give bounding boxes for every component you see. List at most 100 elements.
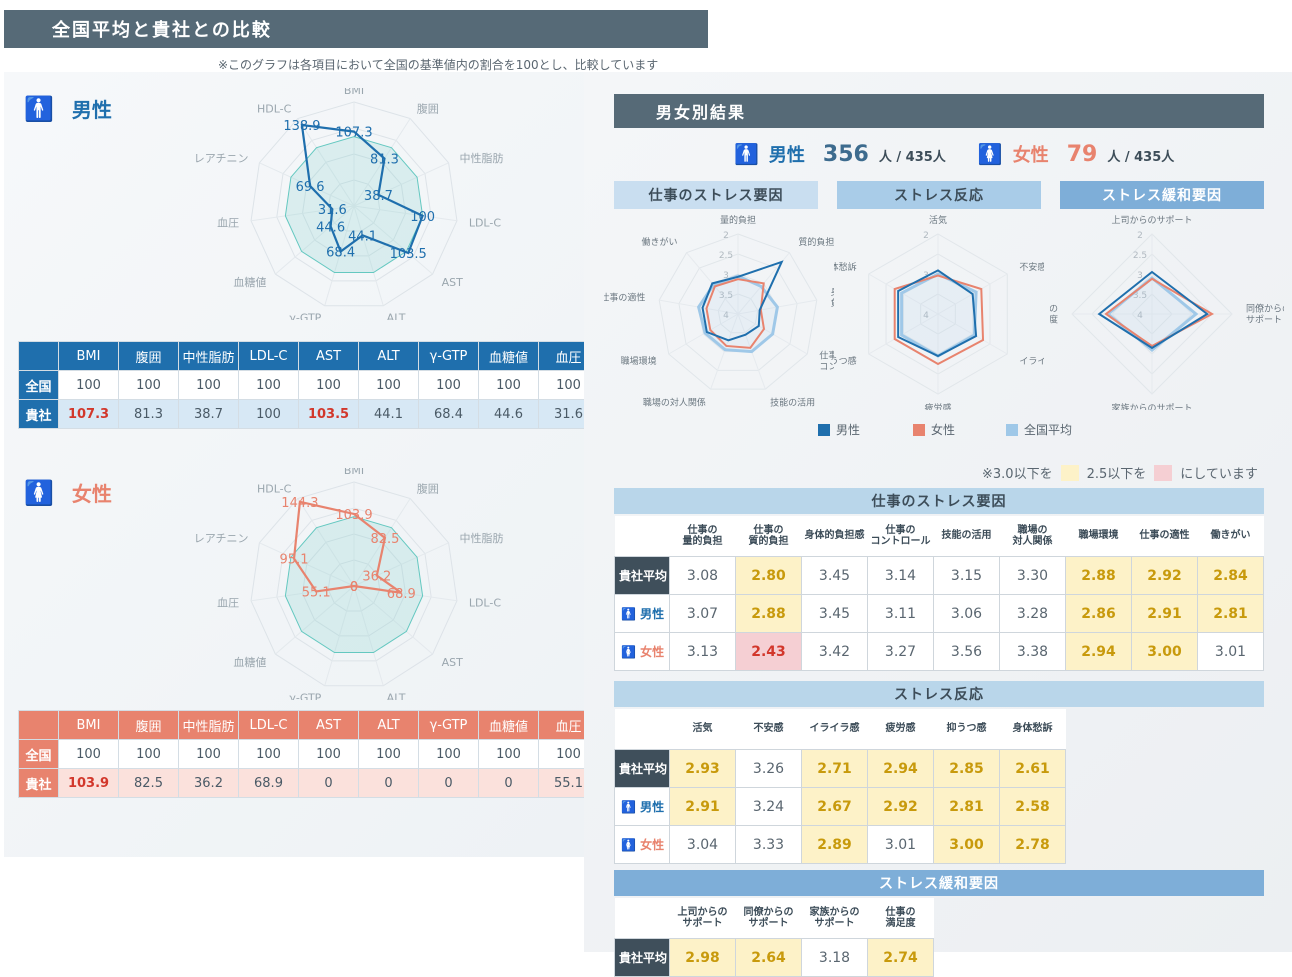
stress-response-cell: 2.85 [933,749,1000,788]
stress-buffer-header-row: 上司からの サポート 同僚からの サポート 家族からの サポート 仕事の 満足度 [614,898,934,939]
stress-response-cell: 3.00 [933,825,1000,864]
job-stress-cell: 3.38 [999,632,1066,671]
stress-response-cell: 2.93 [669,749,736,788]
female-section-label: 🚺 女性 [24,478,112,507]
stress-response-section-title: ストレス反応 [614,681,1264,707]
female-col-header: BMI [58,710,119,740]
job-stress-cell: 3.15 [933,556,1000,595]
legend-female-label: 女性 [931,423,956,437]
male-person-icon: 🚹 [24,94,54,123]
stress-response-row: 🚺 女性 3.04 3.33 2.89 3.01 3.00 2.78 [614,825,1066,864]
stress-response-cell: 2.94 [867,749,934,788]
stress-response-row: 貴社平均 2.93 3.26 2.71 2.94 2.85 2.61 [614,749,1066,788]
job-stress-col-header: 仕事の コントロール [867,516,934,557]
male-cell: 100 [298,370,359,400]
job-stress-cell: 3.27 [867,632,934,671]
male-cell: 107.3 [58,399,119,429]
female-radar-axis-label: 血圧 [217,596,239,610]
threshold-note-prefix: ※3.0以下を [982,467,1053,482]
job-stress-col-header: 働きがい [1197,516,1264,557]
stress-buffer-cell: 3.18 [801,938,868,977]
male-count-label: 男性 [768,145,805,166]
male-comparison-table: BMI 腹囲 中性脂肪 LDL-C AST ALT γ-GTP 血糖値 血圧 全国 100 100 1… [18,341,599,429]
female-radar-value-label: 95.1 [280,553,309,568]
stress-response-cell: 2.78 [999,825,1066,864]
job-stress-cell: 2.88 [735,594,802,633]
male-cell: 100 [418,370,479,400]
radar-axis-label: 仕事の適性 [604,292,645,304]
job-stress-cell: 3.01 [1197,632,1264,671]
job-stress-col-header: 身体的負担感 [801,516,868,557]
female-header-corner [18,710,59,740]
job-stress-header-corner [614,516,670,557]
comparison-title: 全国平均と貴社との比較 [52,20,272,41]
job-stress-row: 🚹 男性 3.07 2.88 3.45 3.11 3.06 3.28 2.86 2.91 2.81 [614,594,1264,633]
radar-axis-label: 身体愁訴 [834,261,857,273]
radar-axis-label: 疲労感 [924,402,951,410]
radar-axis-label: 抑うつ感 [834,355,857,367]
male-table-national-row: 全国 100 100 100 100 100 100 100 100 100 [18,370,599,400]
female-cell: 82.5 [118,768,179,798]
male-radar-axis-label: 血糖値 [233,275,266,289]
female-count-icon: 🚺 [977,142,1003,166]
female-cell: 0 [478,768,539,798]
female-col-header: AST [298,710,359,740]
gender-results-title: 男女別結果 [656,103,747,122]
female-cell: 100 [478,739,539,769]
job-stress-cell: 3.45 [801,556,868,595]
job-stress-cell: 3.11 [867,594,934,633]
male-radar-value-label: 107.3 [335,126,372,141]
stress-response-cell: 3.24 [735,787,802,826]
female-col-header: 腹囲 [118,710,179,740]
legend-female-swatch [913,423,925,436]
male-radar-value-label: 68.4 [326,246,355,261]
stress-response-cell: 3.26 [735,749,802,788]
male-count-value: 356 [822,142,869,167]
male-section-label: 🚹 男性 [24,94,112,123]
male-radar-value-label: 69.6 [296,180,325,195]
male-cell: 68.4 [418,399,479,429]
stress-response-row-label: 🚹 男性 [614,787,670,826]
job-stress-row: 🚺 女性 3.13 2.43 3.42 3.27 3.56 3.38 2.94 3.00 3.01 [614,632,1264,671]
job-stress-cell: 3.45 [801,594,868,633]
female-person-icon: 🚺 [24,478,54,507]
job-stress-col-header: 技能の活用 [933,516,1000,557]
stress-response-row-label: 貴社平均 [614,749,670,788]
job-stress-header-row: 仕事の 量的負担 仕事の 質的負担 身体的負担感 仕事の コントロール 技能の活用 職場の… [614,516,1264,557]
radar-tick: 2.5 [719,251,733,261]
female-cell: 36.2 [178,768,239,798]
radar-axis-label: 上司からのサポート [1111,215,1192,226]
yellow-swatch [1060,464,1079,481]
male-row-label: 全国 [18,370,59,400]
female-table-header-row: BMI 腹囲 中性脂肪 LDL-C AST ALT γ-GTP 血糖値 血圧 [18,710,599,740]
male-col-header: γ-GTP [418,341,479,371]
female-radar-axis-label: クレアチニン [196,532,248,545]
male-cell: 100 [178,370,239,400]
female-radar-axis-label: AST [442,656,464,669]
stress-buffer-row-label: 貴社平均 [614,938,670,977]
stress-response-cell: 2.92 [867,787,934,826]
job-stress-cell: 2.80 [735,556,802,595]
female-cell: 100 [118,739,179,769]
stress-buffer-radar: 22.533.54上司からのサポート同僚からのサポート家族からのサポート仕事の満… [1050,215,1284,410]
stress-response-radar: 234活気不安感イライラ感疲労感抑うつ感身体愁訴 [834,214,1044,410]
female-radar-axis-label: HDL-C [257,482,292,495]
male-table-company-row: 貴社 107.3 81.3 38.7 100 103.5 44.1 68.4 44.6 31.6 [18,399,599,429]
radar-axis-label: 同僚からの [1246,303,1284,315]
male-radar-value-label: 44.1 [348,229,377,244]
male-radar-value-label: 38.7 [364,189,393,204]
male-col-header: 血糖値 [478,341,539,371]
radar-axis-label: 質的負担 [798,236,834,248]
stress-response-row-label: 🚺 女性 [614,825,670,864]
female-table-national-row: 全国 100 100 100 100 100 100 100 100 100 [18,739,599,769]
female-count-suffix: 人 / 435人 [1107,150,1175,165]
female-cell: 0 [418,768,479,798]
stress-buffer-col-header: 家族からの サポート [801,898,868,939]
stress-response-cell: 3.33 [735,825,802,864]
female-col-header: γ-GTP [418,710,479,740]
female-radar-axis-label: γ-GTP [289,691,321,700]
job-stress-radar: 22.533.54量的負担質的負担身体的負担感仕事のコントロール技能の活用職場の… [604,214,834,408]
job-stress-cell: 2.81 [1197,594,1264,633]
male-cell: 100 [238,370,299,400]
female-cell: 68.9 [238,768,299,798]
